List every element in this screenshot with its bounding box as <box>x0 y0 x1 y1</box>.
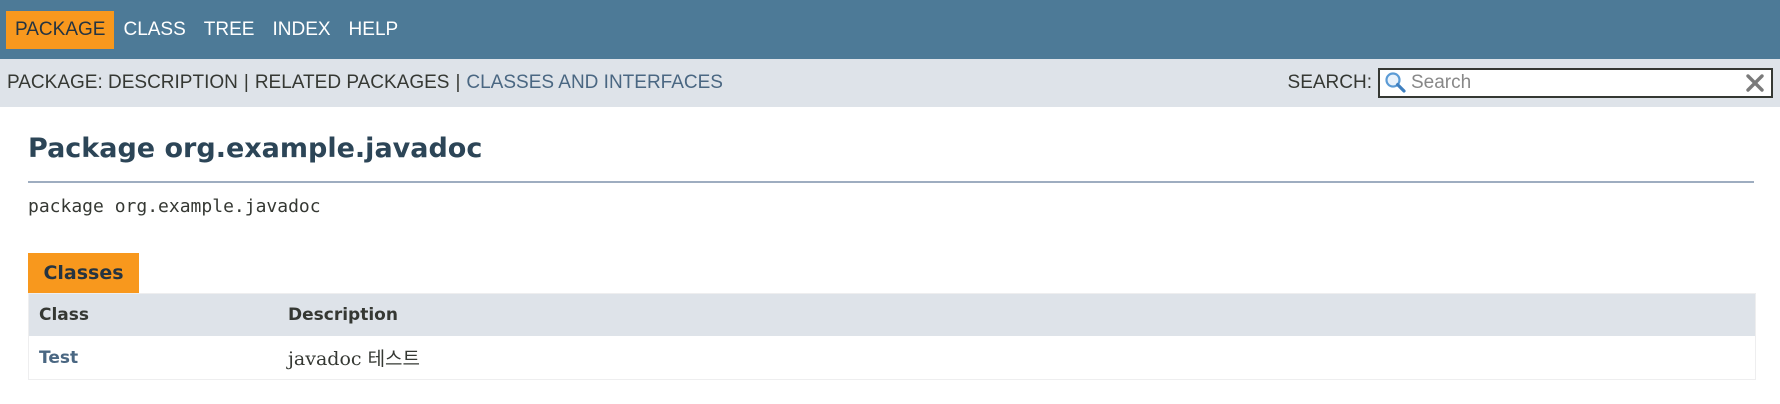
search-label: SEARCH: <box>1287 72 1372 93</box>
subnav-separator: | <box>455 72 461 93</box>
nav-tree[interactable]: TREE <box>195 11 264 49</box>
column-header-description: Description <box>288 305 398 325</box>
table-row: Test javadoc 테스트 <box>29 336 1755 379</box>
table-header: Class Description <box>29 294 1755 336</box>
column-header-class: Class <box>39 305 90 325</box>
search-box[interactable] <box>1378 68 1773 98</box>
package-signature: package org.example.javadoc <box>28 196 321 217</box>
subnav-prefix: PACKAGE: <box>7 72 103 93</box>
classes-tab: Classes <box>28 253 139 293</box>
subnav-classes-link[interactable]: CLASSES AND INTERFACES <box>466 72 723 94</box>
subnav-related-packages: RELATED PACKAGES <box>254 72 450 93</box>
nav-help[interactable]: HELP <box>340 11 408 49</box>
class-link-test[interactable]: Test <box>29 348 288 368</box>
page-title: Package org.example.javadoc <box>28 133 483 164</box>
search-input[interactable] <box>1411 72 1731 94</box>
class-description: javadoc 테스트 <box>288 348 421 370</box>
subnav-separator: | <box>243 72 249 93</box>
nav-class[interactable]: CLASS <box>114 11 194 49</box>
search-icon <box>1385 72 1406 93</box>
top-navigation-bar: PACKAGE CLASS TREE INDEX HELP <box>0 0 1780 59</box>
classes-summary-table: Class Description Test javadoc 테스트 <box>28 293 1756 380</box>
search-area: SEARCH: <box>1288 67 1773 99</box>
nav-index[interactable]: INDEX <box>263 11 339 49</box>
nav-package[interactable]: PACKAGE <box>6 10 115 49</box>
title-divider <box>28 181 1754 183</box>
clear-search-icon[interactable] <box>1745 73 1765 93</box>
subnav-description: DESCRIPTION <box>108 72 238 93</box>
